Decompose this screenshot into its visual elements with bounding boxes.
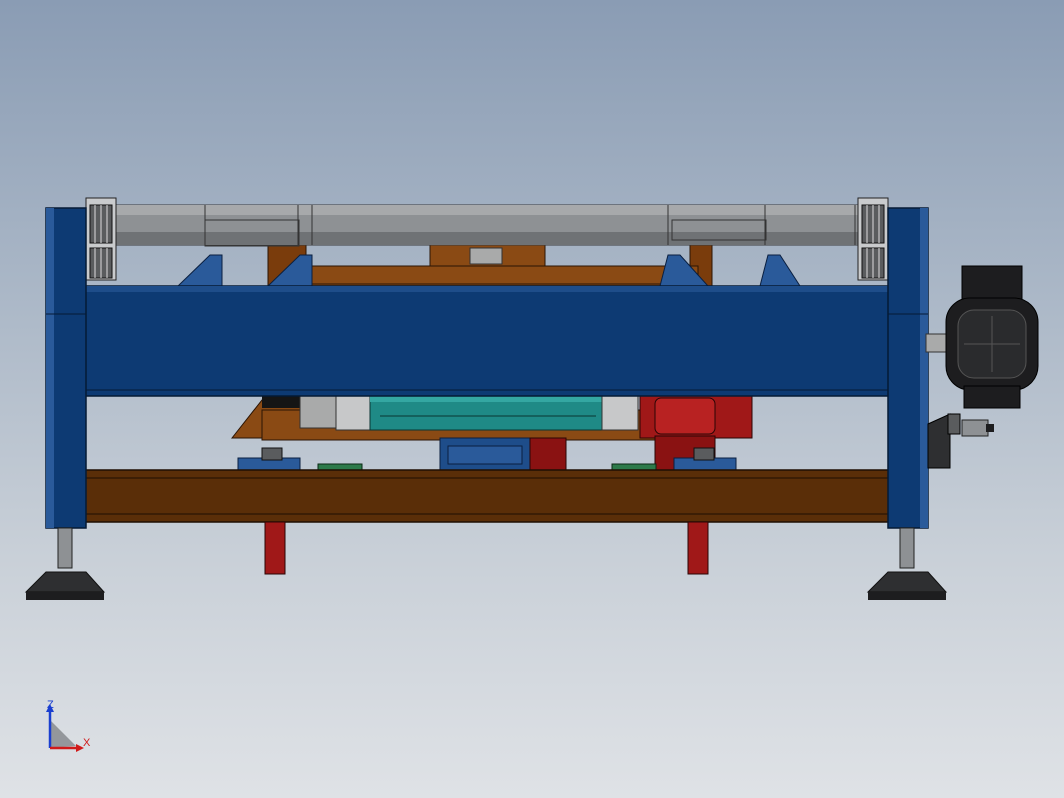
right-sprocket-assembly [857, 197, 889, 281]
triad-plane-icon [50, 720, 76, 748]
left-sprocket-assembly [85, 197, 117, 281]
view-orientation-triad[interactable]: Z X [40, 696, 100, 756]
top-roller [109, 204, 871, 247]
z-axis-label: Z [47, 699, 54, 711]
left-post [45, 207, 87, 529]
x-axis-label: X [83, 737, 91, 749]
lower-mechanism [230, 393, 753, 473]
inner-mechanism [267, 242, 713, 291]
cad-viewport[interactable]: Z X [0, 0, 1064, 798]
left-leveling-foot [24, 527, 106, 600]
right-leveling-foot [866, 527, 948, 600]
conveyor-assembly-model[interactable] [0, 0, 1064, 798]
drive-motor [925, 265, 1039, 469]
main-blue-beam [81, 285, 891, 397]
right-post [887, 207, 929, 529]
bottom-brown-beam [81, 469, 891, 523]
red-legs [264, 521, 709, 575]
